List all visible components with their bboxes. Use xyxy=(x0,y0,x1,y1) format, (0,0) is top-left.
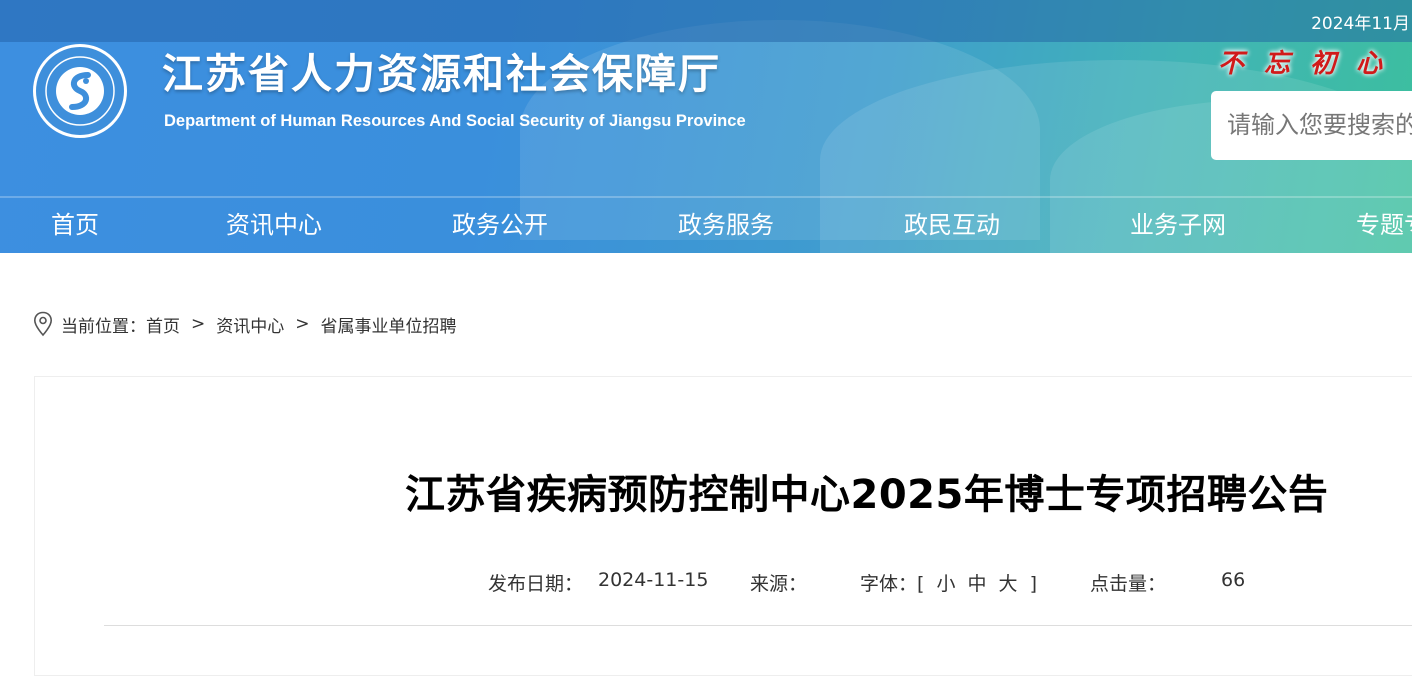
top-bar: 2024年11月 xyxy=(0,0,1412,42)
site-subtitle: Department of Human Resources And Social… xyxy=(164,112,746,130)
font-size-control: 字体：[ 小中大 ] xyxy=(860,569,1037,596)
site-header: 2024年11月 江苏省人力资源和社会保障厅 Department of Hum… xyxy=(0,0,1412,253)
font-bracket-close: ] xyxy=(1029,573,1037,595)
logo-emblem-icon xyxy=(45,56,115,126)
font-medium-button[interactable]: 中 xyxy=(968,573,987,595)
hits-count: 66 xyxy=(1221,569,1246,591)
nav-item-interaction[interactable]: 政民互动 xyxy=(904,205,1000,240)
nav-item-home[interactable]: 首页 xyxy=(51,205,99,240)
article-card xyxy=(34,376,1412,676)
meta-divider xyxy=(104,625,1412,626)
header-date: 2024年11月 xyxy=(1311,14,1410,34)
publish-date: 2024-11-15 xyxy=(598,569,709,591)
nav-item-gov-affairs[interactable]: 政务公开 xyxy=(452,205,548,240)
font-large-button[interactable]: 大 xyxy=(999,573,1018,595)
font-small-button[interactable]: 小 xyxy=(936,573,955,595)
breadcrumb-separator: > xyxy=(295,314,310,334)
breadcrumb-prefix: 当前位置： xyxy=(61,316,146,337)
breadcrumb-news-center[interactable]: 资讯中心 xyxy=(216,312,284,337)
slogan: 不忘初心 xyxy=(1218,49,1403,79)
breadcrumb: 当前位置： 首页 > 资讯中心 > 省属事业单位招聘 xyxy=(33,310,457,338)
main-nav: 首页 资讯中心 政务公开 政务服务 政民互动 业务子网 专题专 xyxy=(0,197,1412,253)
nav-item-sub-sites[interactable]: 业务子网 xyxy=(1130,205,1226,240)
font-bracket-open: [ xyxy=(917,573,925,595)
nav-item-topics[interactable]: 专题专 xyxy=(1356,205,1412,240)
nav-item-gov-services[interactable]: 政务服务 xyxy=(678,205,774,240)
font-label: 字体： xyxy=(860,573,918,595)
location-pin-icon xyxy=(33,311,53,337)
breadcrumb-separator: > xyxy=(191,314,206,334)
breadcrumb-current[interactable]: 省属事业单位招聘 xyxy=(321,312,457,337)
article-title: 江苏省疾病预防控制中心2025年博士专项招聘公告 xyxy=(405,472,1329,518)
site-title: 江苏省人力资源和社会保障厅 xyxy=(162,50,721,98)
publish-date-label: 发布日期： xyxy=(488,573,584,595)
hits-label: 点击量： xyxy=(1090,573,1167,595)
nav-item-news-center[interactable]: 资讯中心 xyxy=(226,205,322,240)
search-box[interactable] xyxy=(1211,91,1412,160)
source-label: 来源： xyxy=(750,573,808,595)
search-input[interactable] xyxy=(1225,110,1412,140)
breadcrumb-home[interactable]: 首页 xyxy=(146,312,180,337)
site-logo[interactable] xyxy=(33,44,127,138)
